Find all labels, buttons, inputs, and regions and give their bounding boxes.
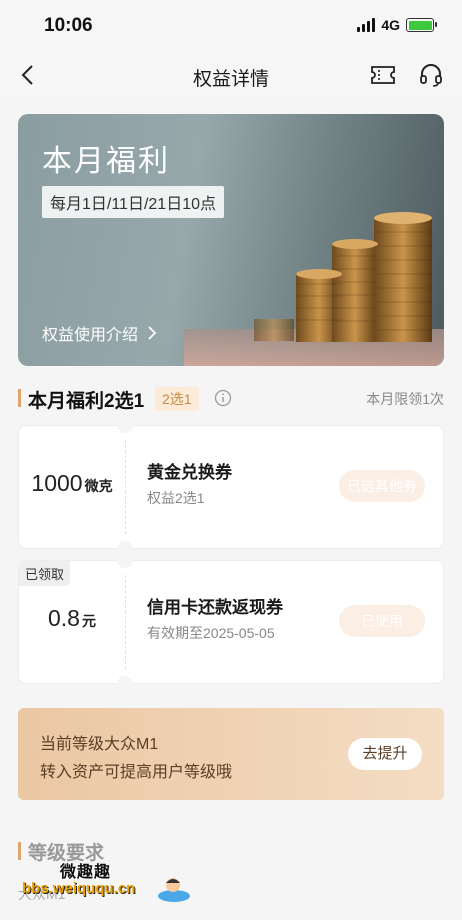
- upgrade-button[interactable]: 去提升: [348, 738, 422, 770]
- chevron-right-icon: [148, 326, 157, 340]
- coin-stacks-image: [184, 212, 444, 366]
- coupon-status-button[interactable]: 已使用: [339, 605, 425, 637]
- coupon-notch: [117, 425, 133, 433]
- coupon-amount-value: 0.8: [48, 605, 80, 631]
- coupon-subtitle: 有效期至2025-05-05: [147, 625, 275, 641]
- coupon-divider: [125, 440, 126, 534]
- headset-icon[interactable]: [418, 62, 444, 88]
- coupon-notch: [117, 560, 133, 568]
- level-hint-text: 转入资产可提高用户等级哦: [40, 764, 233, 781]
- coupon-amount: 0.8 元: [19, 605, 125, 632]
- info-icon[interactable]: [214, 389, 232, 407]
- coupon-status-button[interactable]: 已选其他券: [339, 470, 425, 502]
- status-time: 10:06: [44, 15, 93, 36]
- current-level-text: 当前等级大众M1: [40, 736, 159, 753]
- signal-icon: [357, 18, 376, 32]
- status-indicators: 4G: [357, 17, 437, 33]
- coupon-name: 信用卡还款返现券: [147, 598, 283, 617]
- coupon-amount-unit: 微克: [84, 478, 113, 494]
- status-bar: 10:06 4G: [0, 0, 462, 52]
- watermark-url: bbs.weiququ.cn: [22, 880, 136, 897]
- section-title: 本月福利2选1: [28, 391, 145, 412]
- watermark-logo-icon: [158, 878, 190, 902]
- coupon-notch: [117, 676, 133, 684]
- coupon-card-gold: 1000 微克 黄金兑换券 权益2选1 已选其他券: [18, 425, 444, 549]
- nav-bar: 权益详情: [0, 52, 462, 98]
- banner-schedule: 每月1日/11日/21日10点: [42, 186, 224, 218]
- usage-intro-link[interactable]: 权益使用介绍: [42, 321, 158, 345]
- section-badge: 2选1: [155, 387, 199, 411]
- coupon-amount: 1000 微克: [19, 470, 125, 497]
- banner-title: 本月福利: [42, 145, 170, 178]
- level-upgrade-card: 当前等级大众M1 转入资产可提高用户等级哦 去提升: [18, 708, 444, 800]
- section-header: 本月福利2选1 2选1 本月限领1次: [18, 384, 444, 414]
- coupon-divider: [125, 575, 126, 669]
- section-accent-bar: [18, 389, 21, 407]
- claimed-tag: 已领取: [19, 561, 71, 586]
- usage-intro-label: 权益使用介绍: [42, 327, 139, 344]
- battery-icon: [406, 18, 437, 32]
- coupon-amount-unit: 元: [81, 613, 96, 629]
- coupon-amount-value: 1000: [31, 470, 83, 496]
- watermark: 微趣趣 bbs.weiququ.cn: [18, 858, 198, 908]
- battery-level: [408, 20, 432, 30]
- network-type: 4G: [381, 17, 400, 33]
- monthly-limit: 本月限领1次: [366, 391, 444, 407]
- ticket-icon[interactable]: [370, 64, 396, 86]
- coupon-notch: [117, 541, 133, 549]
- coupon-subtitle: 权益2选1: [147, 490, 205, 506]
- coupon-name: 黄金兑换券: [147, 463, 232, 482]
- coupon-card-cashback: 已领取 0.8 元 信用卡还款返现券 有效期至2025-05-05 已使用: [18, 560, 444, 684]
- watermark-brand: 微趣趣: [60, 864, 112, 881]
- welfare-banner: 本月福利 每月1日/11日/21日10点 权益使用介绍: [18, 114, 444, 366]
